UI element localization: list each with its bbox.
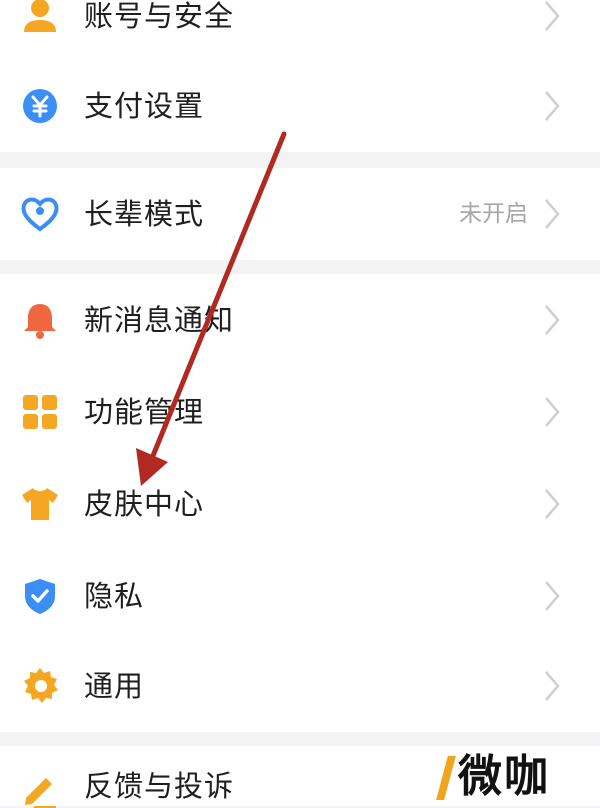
skin-center-item[interactable]: 皮肤中心 — [0, 458, 600, 550]
person-icon — [20, 0, 60, 36]
tshirt-icon — [20, 484, 60, 524]
yen-icon — [20, 86, 60, 126]
chevron-right-icon — [540, 196, 564, 232]
account-security-item[interactable]: 账号与安全 — [0, 0, 600, 62]
chevron-right-icon — [540, 668, 564, 704]
payment-settings-label: 支付设置 — [84, 89, 205, 123]
privacy-item[interactable]: 隐私 — [0, 550, 600, 642]
notifications-label: 新消息通知 — [84, 303, 235, 337]
settings-group-main: 新消息通知 功能管理 皮肤中心 隐私 通用 — [0, 274, 600, 732]
chevron-right-icon — [540, 88, 564, 124]
watermark-text: 微咖 — [458, 751, 550, 802]
chevron-right-icon — [540, 0, 564, 34]
watermark-accent — [436, 756, 456, 800]
chevron-right-icon — [540, 394, 564, 430]
feedback-label: 反馈与投诉 — [84, 769, 235, 803]
general-item[interactable]: 通用 — [0, 640, 600, 732]
account-security-label: 账号与安全 — [84, 0, 235, 33]
chevron-right-icon — [540, 486, 564, 522]
watermark-logo: 微咖 — [400, 748, 600, 806]
feature-management-label: 功能管理 — [84, 395, 205, 429]
skin-center-label: 皮肤中心 — [84, 487, 205, 521]
bell-icon — [20, 300, 60, 340]
chevron-right-icon — [540, 302, 564, 338]
heart-icon — [20, 194, 60, 234]
settings-group-elder: 长辈模式 未开启 — [0, 168, 600, 260]
shield-icon — [20, 576, 60, 616]
elder-mode-label: 长辈模式 — [84, 197, 205, 231]
chevron-right-icon — [540, 578, 564, 614]
general-label: 通用 — [84, 669, 145, 703]
notifications-item[interactable]: 新消息通知 — [0, 274, 600, 366]
pencil-icon — [20, 768, 60, 808]
elder-mode-status: 未开启 — [459, 201, 528, 227]
feature-management-item[interactable]: 功能管理 — [0, 366, 600, 458]
privacy-label: 隐私 — [84, 579, 145, 613]
gear-icon — [20, 666, 60, 706]
elder-mode-item[interactable]: 长辈模式 未开启 — [0, 168, 600, 260]
payment-settings-item[interactable]: 支付设置 — [0, 60, 600, 152]
settings-group-account: 账号与安全 支付设置 — [0, 0, 600, 152]
grid-icon — [20, 392, 60, 432]
